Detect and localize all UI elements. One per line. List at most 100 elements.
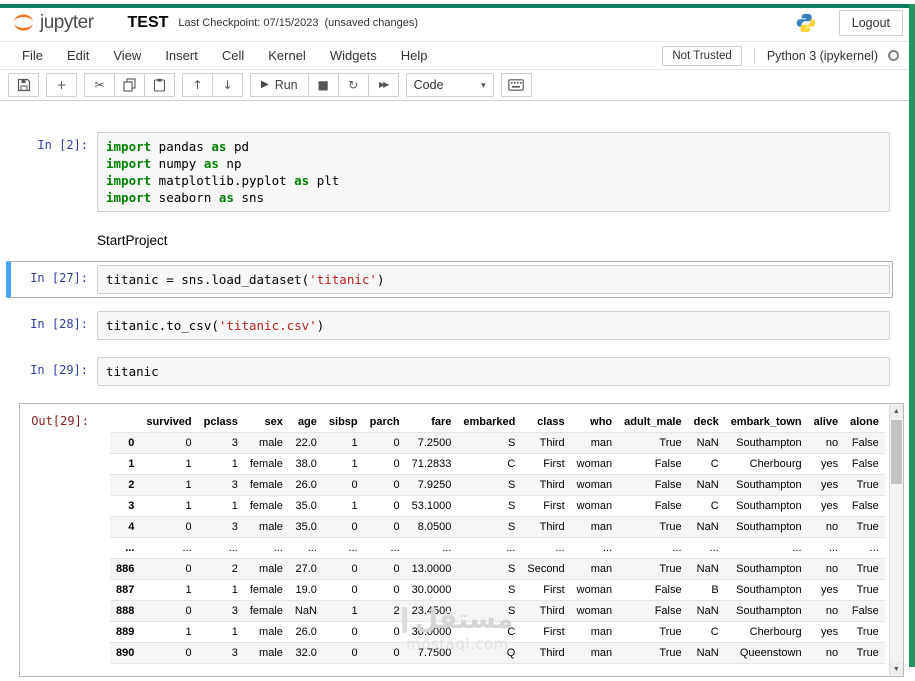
table-cell: female [243,453,289,475]
row-index: ... [110,537,141,559]
restart-kernel-button[interactable]: ↻ [337,73,369,97]
table-row: 890 0 3 male 32.0 0 0 7.7500 Q Third man True NaN Que… [110,642,885,664]
add-cell-button[interactable]: + [46,73,77,97]
logout-button[interactable]: Logout [838,9,903,36]
dataframe-table: survived pclass sex age sibsp parch fare embark… [110,412,885,664]
markdown-cell[interactable]: StartProject [6,225,893,252]
table-cell: 0 [363,642,406,664]
column-header: parch [363,412,406,433]
code-cell-in-29[interactable]: In [29]: titanic [6,353,893,390]
table-cell: no [807,432,845,454]
recording-border-top [0,4,915,8]
table-cell: C [457,621,522,643]
output-cell-out-29: Out[29]: survived pclass sex age sibsp parch f… [6,399,904,681]
code-input[interactable]: titanic.to_csv('titanic.csv') [97,311,890,340]
code-input[interactable]: titanic = sns.load_dataset('titanic') [97,265,890,294]
column-header: class [521,412,571,433]
menu-item-kernel[interactable]: Kernel [256,43,318,68]
menu-item-cell[interactable]: Cell [210,43,256,68]
input-prompt: In [2]: [37,138,88,152]
table-cell: male [243,558,289,580]
code-cell-in-28[interactable]: In [28]: titanic.to_csv('titanic.csv') [6,307,893,344]
scrollbar-track[interactable] [890,418,903,662]
table-cell: 27.0 [288,558,323,580]
table-cell: man [570,432,619,454]
menu-item-edit[interactable]: Edit [55,43,101,68]
table-cell: yes [807,453,845,475]
code-cell-in-27-selected[interactable]: In [27]: titanic = sns.load_dataset('tit… [6,261,893,298]
cell-type-dropdown[interactable]: Code ▾ [405,73,494,97]
table-cell: 35.0 [288,516,323,538]
menu-item-insert[interactable]: Insert [153,43,210,68]
table-cell: Southampton [724,474,808,496]
table-cell: female [243,495,289,517]
run-button[interactable]: ▶ Run [250,73,309,97]
restart-run-all-button[interactable]: ▶▶ [367,73,399,97]
table-cell: 1 [322,432,364,454]
table-cell: First [521,453,571,475]
code-input[interactable]: titanic [97,357,890,386]
table-cell: man [570,558,619,580]
table-cell: True [618,558,688,580]
row-index: 2 [110,474,141,496]
copy-cell-button[interactable] [114,73,145,97]
table-cell: 3 [197,516,244,538]
table-cell: male [243,621,289,643]
scrollbar-thumb[interactable] [890,420,902,484]
table-cell: NaN [288,600,323,622]
table-cell: ... [197,537,244,559]
column-header: who [570,412,619,433]
cut-cell-button[interactable]: ✂ [84,73,115,97]
table-cell: 0 [140,432,198,454]
table-cell: True [618,621,688,643]
menu-item-help[interactable]: Help [389,43,440,68]
move-cell-up-button[interactable]: ↑ [182,73,213,97]
notebook-header: jupyter TEST Last Checkpoint: 07/15/2023… [0,4,915,42]
row-index: 890 [110,642,141,664]
menu-item-widgets[interactable]: Widgets [318,43,389,68]
scroll-up-icon[interactable]: ▲ [889,404,903,418]
table-cell: 1 [140,453,198,475]
table-cell: Q [457,642,522,664]
table-cell: S [457,558,522,580]
menu-item-file[interactable]: File [10,43,55,68]
menu-item-view[interactable]: View [101,43,153,68]
table-cell: Second [521,558,571,580]
command-palette-button[interactable] [500,73,532,97]
interrupt-kernel-button[interactable]: ■ [307,73,339,97]
table-cell: 3 [197,600,244,622]
recording-border-right [909,4,915,667]
code-cell-in-2[interactable]: In [2]: import pandas as pd import numpy … [6,128,893,216]
arrow-up-icon: ↑ [192,78,203,92]
save-button[interactable] [8,73,39,97]
table-cell: Third [521,432,571,454]
table-cell: no [807,600,845,622]
trust-indicator[interactable]: Not Trusted [662,45,742,66]
table-cell: man [570,516,619,538]
autosave-status: (unsaved changes) [324,16,419,29]
table-cell: 1 [197,495,244,517]
table-cell: 3 [197,642,244,664]
scroll-down-icon[interactable]: ▼ [889,662,903,676]
notebook-title[interactable]: TEST [128,14,169,32]
chevron-down-icon: ▾ [481,79,486,90]
table-cell: ... [140,537,198,559]
table-cell: NaN [687,600,725,622]
paste-cell-button[interactable] [144,73,175,97]
code-input[interactable]: import pandas as pd import numpy as np imp… [97,132,890,212]
table-cell: ... [363,537,406,559]
table-cell: S [457,474,522,496]
move-cell-down-button[interactable]: ↓ [212,73,243,97]
table-cell: Southampton [724,558,808,580]
table-cell: 0 [363,432,406,454]
table-cell: 0 [363,558,406,580]
jupyter-logo[interactable]: jupyter [12,11,94,34]
table-cell: man [570,621,619,643]
table-header-row: survived pclass sex age sibsp parch fare embark… [110,412,885,433]
code-line: titanic = sns.load_dataset('titanic') [106,272,385,287]
table-cell: woman [570,453,619,475]
jupyter-logo-text: jupyter [40,11,94,33]
table-cell: 0 [322,516,364,538]
output-scrollbar[interactable]: ▲ ▼ [888,404,903,676]
table-cell: 7.2500 [405,432,458,454]
